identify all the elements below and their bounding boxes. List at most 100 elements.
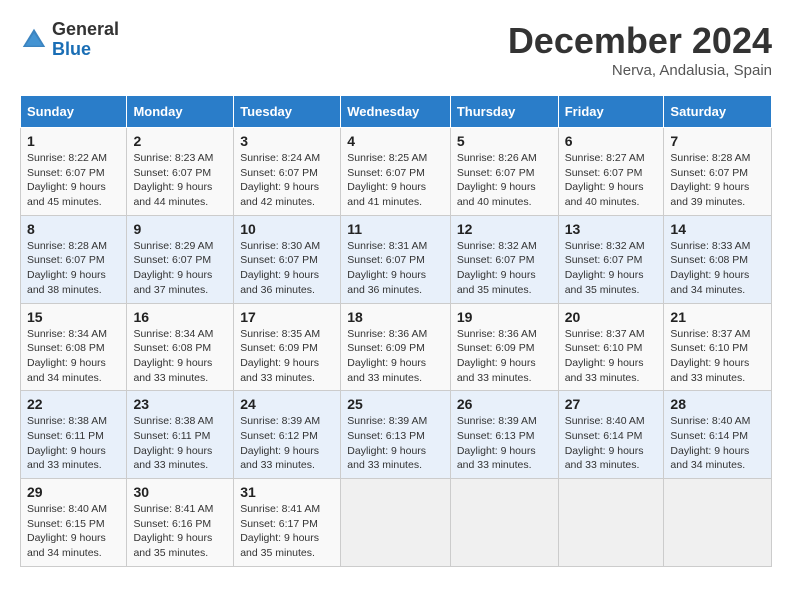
day-number: 25 bbox=[347, 396, 444, 412]
day-number: 7 bbox=[670, 133, 765, 149]
day-detail: Sunrise: 8:26 AM Sunset: 6:07 PM Dayligh… bbox=[457, 151, 552, 210]
day-number: 16 bbox=[133, 309, 227, 325]
calendar-cell: 27 Sunrise: 8:40 AM Sunset: 6:14 PM Dayli… bbox=[558, 391, 664, 479]
calendar-cell: 16 Sunrise: 8:34 AM Sunset: 6:08 PM Dayli… bbox=[127, 303, 234, 391]
day-detail: Sunrise: 8:27 AM Sunset: 6:07 PM Dayligh… bbox=[565, 151, 658, 210]
day-detail: Sunrise: 8:28 AM Sunset: 6:07 PM Dayligh… bbox=[27, 239, 120, 298]
day-number: 14 bbox=[670, 221, 765, 237]
weekday-header: Tuesday bbox=[234, 96, 341, 128]
header: GeneralBlue December 2024 Nerva, Andalus… bbox=[20, 20, 772, 79]
day-detail: Sunrise: 8:37 AM Sunset: 6:10 PM Dayligh… bbox=[565, 327, 658, 386]
day-detail: Sunrise: 8:30 AM Sunset: 6:07 PM Dayligh… bbox=[240, 239, 334, 298]
day-detail: Sunrise: 8:39 AM Sunset: 6:12 PM Dayligh… bbox=[240, 414, 334, 473]
calendar-cell: 18 Sunrise: 8:36 AM Sunset: 6:09 PM Dayli… bbox=[341, 303, 451, 391]
day-number: 1 bbox=[27, 133, 120, 149]
calendar-week-row: 1Sunrise: 8:22 AM Sunset: 6:07 PM Daylig… bbox=[21, 128, 772, 216]
day-number: 24 bbox=[240, 396, 334, 412]
calendar-cell bbox=[450, 479, 558, 567]
day-detail: Sunrise: 8:39 AM Sunset: 6:13 PM Dayligh… bbox=[347, 414, 444, 473]
logo-text: GeneralBlue bbox=[52, 20, 119, 60]
calendar-cell: 21 Sunrise: 8:37 AM Sunset: 6:10 PM Dayli… bbox=[664, 303, 772, 391]
day-detail: Sunrise: 8:32 AM Sunset: 6:07 PM Dayligh… bbox=[457, 239, 552, 298]
calendar-cell: 6 Sunrise: 8:27 AM Sunset: 6:07 PM Daylig… bbox=[558, 128, 664, 216]
day-number: 26 bbox=[457, 396, 552, 412]
calendar-cell: 28 Sunrise: 8:40 AM Sunset: 6:14 PM Dayli… bbox=[664, 391, 772, 479]
day-detail: Sunrise: 8:33 AM Sunset: 6:08 PM Dayligh… bbox=[670, 239, 765, 298]
calendar-cell: 26 Sunrise: 8:39 AM Sunset: 6:13 PM Dayli… bbox=[450, 391, 558, 479]
calendar-header: SundayMondayTuesdayWednesdayThursdayFrid… bbox=[21, 96, 772, 128]
calendar-cell: 11 Sunrise: 8:31 AM Sunset: 6:07 PM Dayli… bbox=[341, 215, 451, 303]
day-number: 8 bbox=[27, 221, 120, 237]
day-detail: Sunrise: 8:37 AM Sunset: 6:10 PM Dayligh… bbox=[670, 327, 765, 386]
calendar-week-row: 22 Sunrise: 8:38 AM Sunset: 6:11 PM Dayli… bbox=[21, 391, 772, 479]
day-detail: Sunrise: 8:34 AM Sunset: 6:08 PM Dayligh… bbox=[133, 327, 227, 386]
calendar-cell: 19Sunrise: 8:36 AM Sunset: 6:09 PM Dayli… bbox=[450, 303, 558, 391]
calendar-cell: 5 Sunrise: 8:26 AM Sunset: 6:07 PM Daylig… bbox=[450, 128, 558, 216]
day-number: 17 bbox=[240, 309, 334, 325]
weekday-header: Sunday bbox=[21, 96, 127, 128]
calendar-cell: 15 Sunrise: 8:34 AM Sunset: 6:08 PM Dayli… bbox=[21, 303, 127, 391]
day-detail: Sunrise: 8:39 AM Sunset: 6:13 PM Dayligh… bbox=[457, 414, 552, 473]
day-number: 11 bbox=[347, 221, 444, 237]
month-title: December 2024 bbox=[508, 20, 772, 62]
day-number: 15 bbox=[27, 309, 120, 325]
logo-icon bbox=[20, 26, 48, 54]
calendar-cell: 24 Sunrise: 8:39 AM Sunset: 6:12 PM Dayli… bbox=[234, 391, 341, 479]
day-number: 21 bbox=[670, 309, 765, 325]
day-detail: Sunrise: 8:23 AM Sunset: 6:07 PM Dayligh… bbox=[133, 151, 227, 210]
day-number: 2 bbox=[133, 133, 227, 149]
day-number: 18 bbox=[347, 309, 444, 325]
calendar-cell: 8 Sunrise: 8:28 AM Sunset: 6:07 PM Daylig… bbox=[21, 215, 127, 303]
day-number: 5 bbox=[457, 133, 552, 149]
day-number: 6 bbox=[565, 133, 658, 149]
calendar-cell: 7 Sunrise: 8:28 AM Sunset: 6:07 PM Daylig… bbox=[664, 128, 772, 216]
logo: GeneralBlue bbox=[20, 20, 119, 60]
day-detail: Sunrise: 8:34 AM Sunset: 6:08 PM Dayligh… bbox=[27, 327, 120, 386]
day-detail: Sunrise: 8:40 AM Sunset: 6:14 PM Dayligh… bbox=[565, 414, 658, 473]
title-area: December 2024 Nerva, Andalusia, Spain bbox=[508, 20, 772, 79]
calendar-cell: 25 Sunrise: 8:39 AM Sunset: 6:13 PM Dayli… bbox=[341, 391, 451, 479]
day-number: 28 bbox=[670, 396, 765, 412]
calendar-cell: 2 Sunrise: 8:23 AM Sunset: 6:07 PM Daylig… bbox=[127, 128, 234, 216]
calendar-cell: 13Sunrise: 8:32 AM Sunset: 6:07 PM Dayli… bbox=[558, 215, 664, 303]
day-detail: Sunrise: 8:41 AM Sunset: 6:16 PM Dayligh… bbox=[133, 502, 227, 561]
day-number: 19 bbox=[457, 309, 552, 325]
day-number: 13 bbox=[565, 221, 658, 237]
day-number: 23 bbox=[133, 396, 227, 412]
calendar-cell: 14 Sunrise: 8:33 AM Sunset: 6:08 PM Dayli… bbox=[664, 215, 772, 303]
calendar-table: SundayMondayTuesdayWednesdayThursdayFrid… bbox=[20, 95, 772, 567]
calendar-week-row: 15 Sunrise: 8:34 AM Sunset: 6:08 PM Dayli… bbox=[21, 303, 772, 391]
day-detail: Sunrise: 8:38 AM Sunset: 6:11 PM Dayligh… bbox=[27, 414, 120, 473]
day-detail: Sunrise: 8:29 AM Sunset: 6:07 PM Dayligh… bbox=[133, 239, 227, 298]
calendar-cell bbox=[664, 479, 772, 567]
day-detail: Sunrise: 8:41 AM Sunset: 6:17 PM Dayligh… bbox=[240, 502, 334, 561]
day-number: 31 bbox=[240, 484, 334, 500]
day-number: 9 bbox=[133, 221, 227, 237]
day-number: 20 bbox=[565, 309, 658, 325]
day-detail: Sunrise: 8:31 AM Sunset: 6:07 PM Dayligh… bbox=[347, 239, 444, 298]
day-number: 22 bbox=[27, 396, 120, 412]
calendar-cell: 1Sunrise: 8:22 AM Sunset: 6:07 PM Daylig… bbox=[21, 128, 127, 216]
weekday-header: Thursday bbox=[450, 96, 558, 128]
day-number: 10 bbox=[240, 221, 334, 237]
weekday-header: Wednesday bbox=[341, 96, 451, 128]
calendar-cell: 3Sunrise: 8:24 AM Sunset: 6:07 PM Daylig… bbox=[234, 128, 341, 216]
calendar-cell: 12Sunrise: 8:32 AM Sunset: 6:07 PM Dayli… bbox=[450, 215, 558, 303]
day-detail: Sunrise: 8:24 AM Sunset: 6:07 PM Dayligh… bbox=[240, 151, 334, 210]
day-detail: Sunrise: 8:25 AM Sunset: 6:07 PM Dayligh… bbox=[347, 151, 444, 210]
day-detail: Sunrise: 8:36 AM Sunset: 6:09 PM Dayligh… bbox=[347, 327, 444, 386]
day-number: 30 bbox=[133, 484, 227, 500]
day-detail: Sunrise: 8:35 AM Sunset: 6:09 PM Dayligh… bbox=[240, 327, 334, 386]
calendar-cell: 22 Sunrise: 8:38 AM Sunset: 6:11 PM Dayli… bbox=[21, 391, 127, 479]
location-subtitle: Nerva, Andalusia, Spain bbox=[508, 62, 772, 79]
calendar-week-row: 29Sunrise: 8:40 AM Sunset: 6:15 PM Dayli… bbox=[21, 479, 772, 567]
day-number: 4 bbox=[347, 133, 444, 149]
calendar-cell: 23 Sunrise: 8:38 AM Sunset: 6:11 PM Dayli… bbox=[127, 391, 234, 479]
day-detail: Sunrise: 8:40 AM Sunset: 6:15 PM Dayligh… bbox=[27, 502, 120, 561]
day-detail: Sunrise: 8:28 AM Sunset: 6:07 PM Dayligh… bbox=[670, 151, 765, 210]
day-detail: Sunrise: 8:38 AM Sunset: 6:11 PM Dayligh… bbox=[133, 414, 227, 473]
day-detail: Sunrise: 8:40 AM Sunset: 6:14 PM Dayligh… bbox=[670, 414, 765, 473]
calendar-week-row: 8 Sunrise: 8:28 AM Sunset: 6:07 PM Daylig… bbox=[21, 215, 772, 303]
day-number: 27 bbox=[565, 396, 658, 412]
calendar-cell: 17 Sunrise: 8:35 AM Sunset: 6:09 PM Dayli… bbox=[234, 303, 341, 391]
